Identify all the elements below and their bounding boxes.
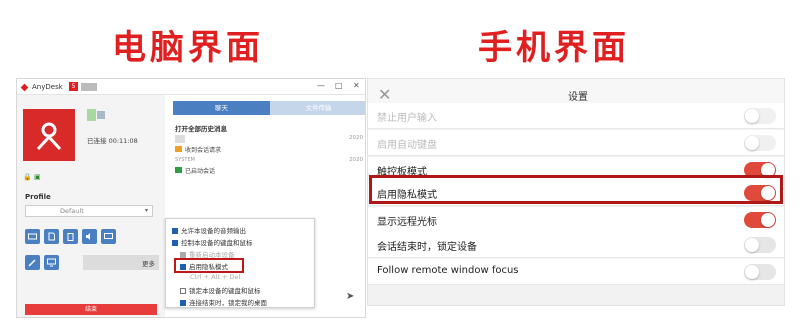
toggle-switch[interactable]	[744, 212, 776, 228]
end-session-button[interactable]: 结束	[25, 304, 157, 315]
session-tab-badge[interactable]: 5	[69, 82, 78, 91]
profile-value: Default	[60, 207, 84, 215]
blurred-sender	[175, 135, 185, 143]
more-label: 更多	[142, 260, 155, 268]
menu-item[interactable]: 连接结束时，锁定我的桌面	[180, 297, 267, 307]
toggle-switch[interactable]	[744, 264, 776, 280]
title-bar: AnyDesk 5 — □ ✕	[17, 79, 365, 95]
message-time: 2020	[349, 157, 363, 163]
avatar	[23, 109, 75, 161]
checkbox[interactable]	[172, 240, 178, 246]
maximize-button[interactable]: □	[335, 81, 343, 90]
keyboard-icon	[28, 233, 37, 240]
message-sender: SYSTEM	[175, 157, 195, 163]
setting-label: 显示远程光标	[377, 217, 437, 228]
menu-item-label: Ctrl + Alt + Del	[190, 273, 241, 281]
profile-select[interactable]: Default ▾	[25, 205, 153, 217]
page-title: 设置	[568, 92, 588, 103]
screen-icon	[104, 233, 113, 239]
checkbox[interactable]	[180, 288, 186, 294]
chat-history-link[interactable]: 打开全部历史消息	[175, 123, 227, 133]
menu-item[interactable]: 允许本设备的音频输出	[172, 225, 246, 235]
profile-label: Profile	[25, 193, 51, 201]
monitor-button[interactable]	[44, 255, 59, 270]
setting-label: 禁止用户输入	[377, 113, 437, 124]
mobile-heading: 手机界面	[478, 28, 630, 68]
comparison-figure: 电脑界面 手机界面 AnyDesk 5 — □ ✕ 已连接 00:11:08 🔒…	[0, 0, 800, 330]
app-name: AnyDesk	[32, 83, 63, 91]
menu-item-label: 允许本设备的音频输出	[181, 227, 246, 235]
setting-row-block-input[interactable]: 禁止用户输入	[368, 103, 784, 129]
tab-file-transfer[interactable]: 文件传输	[270, 101, 365, 115]
menu-item-label: 控制本设备的键盘和鼠标	[181, 239, 253, 247]
message-text: 收到会话请求	[185, 147, 222, 154]
keyboard-button[interactable]	[25, 229, 40, 244]
menu-item-label: 连接结束时，锁定我的桌面	[189, 299, 267, 307]
clipboard-icon	[67, 233, 74, 241]
menu-item[interactable]: 锁定本设备的键盘和鼠标	[180, 285, 261, 295]
setting-label: 会话结束时，锁定设备	[377, 242, 477, 253]
anydesk-logo-icon	[20, 83, 29, 92]
session-sidebar: 已连接 00:11:08 🔒 ▣ Profile Default ▾ 更多 结束	[17, 95, 165, 317]
privacy-mode-highlight	[369, 175, 783, 204]
audio-button[interactable]	[82, 229, 97, 244]
more-button[interactable]: 更多	[83, 255, 159, 270]
connection-status: 已连接 00:11:08	[87, 137, 138, 145]
display-button[interactable]	[101, 229, 116, 244]
blurred-session-name	[81, 83, 97, 91]
setting-row-remote-cursor[interactable]: 显示远程光标	[368, 207, 784, 233]
menu-item[interactable]: Ctrl + Alt + Del	[190, 273, 240, 281]
close-icon[interactable]: ✕	[378, 85, 391, 104]
message-text: 已启动会话	[185, 168, 216, 175]
setting-row-follow-focus[interactable]: Follow remote window focus	[368, 259, 784, 285]
close-window-button[interactable]: ✕	[353, 81, 360, 90]
file-button[interactable]	[44, 229, 59, 244]
toggle-switch[interactable]	[744, 135, 776, 151]
send-icon[interactable]: ➤	[346, 291, 354, 302]
privacy-mode-highlight	[174, 258, 244, 273]
pen-icon	[28, 259, 36, 267]
checkmark-icon	[175, 167, 182, 173]
checkbox[interactable]	[172, 228, 178, 234]
setting-label: 启用自动键盘	[377, 140, 437, 151]
setting-row-lock-on-end[interactable]: 会话结束时，锁定设备	[368, 232, 784, 258]
menu-item-label: 锁定本设备的键盘和鼠标	[189, 287, 261, 295]
tab-chat[interactable]: 聊天	[173, 101, 270, 115]
speaker-icon	[86, 233, 90, 240]
toggle-switch[interactable]	[744, 108, 776, 124]
checkbox[interactable]	[180, 300, 186, 306]
envelope-icon	[175, 146, 182, 152]
file-icon	[48, 232, 55, 241]
chevron-down-icon: ▾	[144, 207, 148, 214]
minimize-button[interactable]: —	[317, 81, 325, 90]
draw-button[interactable]	[25, 255, 40, 270]
setting-row-auto-keyboard[interactable]: 启用自动键盘	[368, 130, 784, 156]
message-time: 2020	[349, 135, 363, 141]
desktop-heading: 电脑界面	[112, 28, 264, 68]
lock-status-icon: 🔒 ▣	[23, 173, 41, 181]
remote-device-thumbnail	[87, 109, 105, 121]
toggle-switch[interactable]	[744, 237, 776, 253]
clipboard-button[interactable]	[63, 229, 78, 244]
menu-item[interactable]: 控制本设备的键盘和鼠标	[172, 237, 253, 247]
setting-label: Follow remote window focus	[377, 265, 519, 276]
monitor-icon	[47, 258, 56, 267]
user-avatar-icon	[36, 122, 62, 151]
